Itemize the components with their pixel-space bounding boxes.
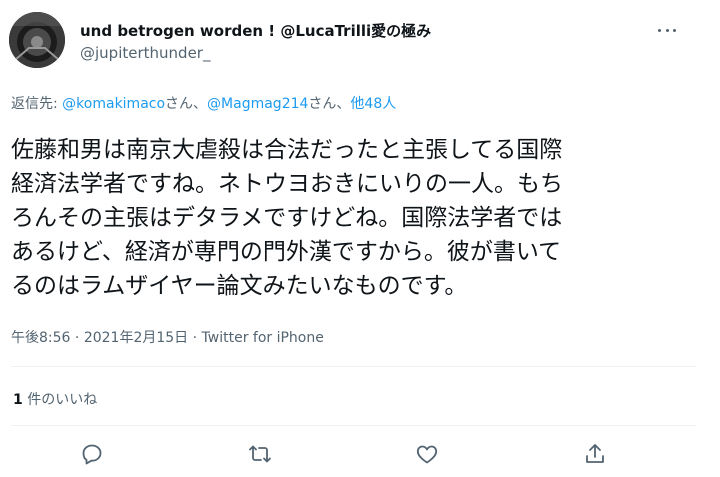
tweet-metadata: 午後8:56 · 2021年2月15日 · Twitter for iPhone <box>11 327 324 347</box>
tweet-text: 佐藤和男は南京大虐殺は合法だったと主張してる国際 経済法学者ですね。ネトウヨおき… <box>11 133 681 303</box>
avatar-image <box>9 12 65 68</box>
meta-separator: · <box>70 330 84 346</box>
reply-mention-komakimaco[interactable]: @komakimaco <box>62 96 165 112</box>
reply-separator: さん、 <box>165 96 208 112</box>
reply-icon[interactable] <box>80 442 104 466</box>
reply-prefix: 返信先: <box>11 96 63 112</box>
retweet-icon[interactable] <box>248 442 272 466</box>
reply-others-link[interactable]: 他48人 <box>350 96 396 112</box>
reply-separator: さん、 <box>308 96 351 112</box>
tweet-text-line: 経済法学者ですね。ネトウヨおきにいりの一人。もち <box>11 171 563 197</box>
meta-separator: · <box>188 330 202 346</box>
share-icon[interactable] <box>583 442 607 466</box>
heart-icon[interactable] <box>415 442 439 466</box>
tweet-card: und betrogen worden ! @LucaTrilli愛の極み @j… <box>0 0 720 477</box>
likes-number: 1 <box>13 392 23 408</box>
divider <box>11 366 696 367</box>
likes-count[interactable]: 1 件のいいね <box>13 389 97 409</box>
reply-mention-magmag214[interactable]: @Magmag214 <box>207 96 308 112</box>
avatar[interactable] <box>9 12 65 68</box>
divider <box>11 425 696 426</box>
likes-label: 件のいいね <box>22 392 98 408</box>
more-horizontal-icon[interactable] <box>656 22 678 38</box>
tweet-source[interactable]: Twitter for iPhone <box>202 330 324 346</box>
tweet-text-line: ろんその主張はデタラメですけどね。国際法学者では <box>11 205 563 231</box>
tweet-text-line: 佐藤和男は南京大虐殺は合法だったと主張してる国際 <box>11 137 563 163</box>
reply-context: 返信先: @komakimacoさん、@Magmag214さん、他48人 <box>11 93 396 113</box>
tweet-text-line: るのはラムザイヤー論文みたいなものです。 <box>11 273 468 299</box>
tweet-date[interactable]: 2021年2月15日 <box>84 330 188 346</box>
tweet-time[interactable]: 午後8:56 <box>11 330 70 346</box>
author-handle[interactable]: @jupiterthunder_ <box>80 44 210 62</box>
tweet-text-line: あるけど、経済が専門の門外漢ですから。彼が書いて <box>11 239 562 265</box>
author-display-name[interactable]: und betrogen worden ! @LucaTrilli愛の極み <box>80 20 431 41</box>
